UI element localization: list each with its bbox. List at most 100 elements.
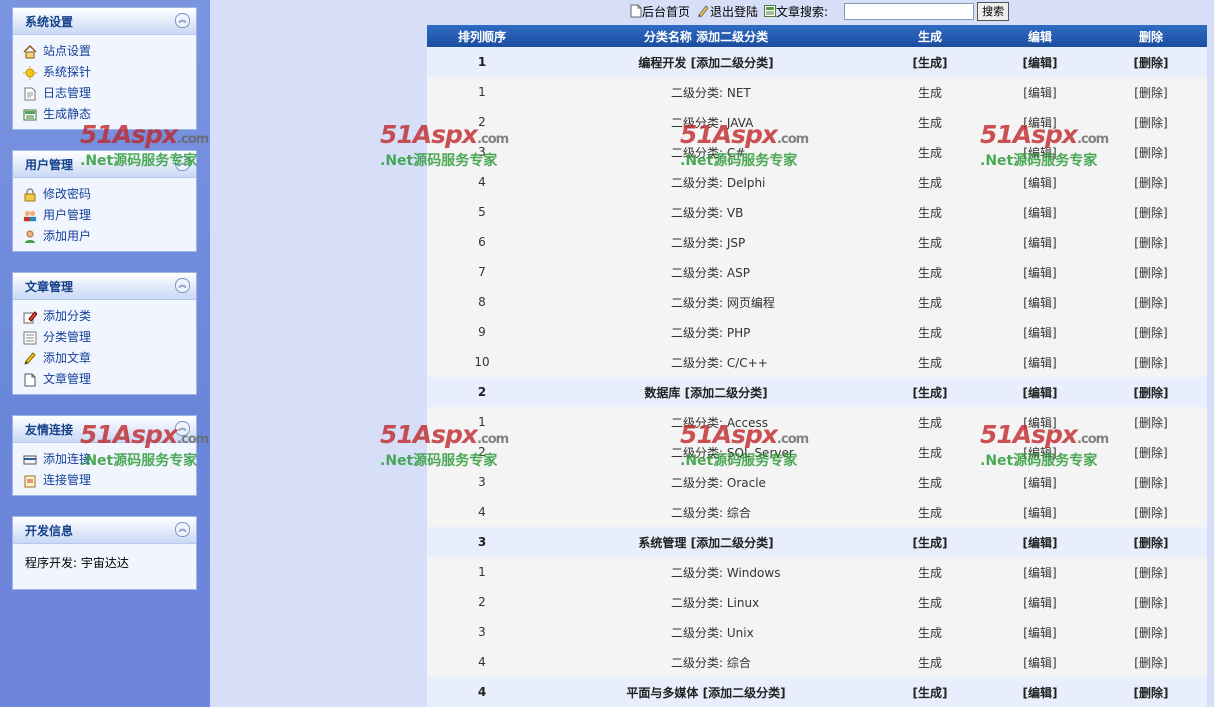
edit-link[interactable]: 编辑 [1028,356,1052,370]
search-button[interactable]: 搜索 [977,1,1010,21]
sidebar-item[interactable]: 生成静态 [23,104,196,125]
sidebar-item[interactable]: 分类管理 [23,327,196,348]
sidebar-item[interactable]: 日志管理 [23,83,196,104]
generate-link[interactable]: 生成 [875,167,985,197]
sidebar-item[interactable]: 添加连接 [23,449,196,470]
delete-link[interactable]: 删除 [1139,296,1163,310]
edit-link[interactable]: 编辑 [1028,536,1052,550]
delete-link[interactable]: 删除 [1139,566,1163,580]
generate-link[interactable]: 生成 [875,347,985,377]
subcategory-name: 二级分类: C# [671,144,811,161]
category-order: 2 [427,377,537,407]
delete-link-cell: [删除] [1095,317,1207,347]
subcategory-title: Windows [726,565,781,580]
generate-link[interactable]: 生成 [875,557,985,587]
delete-link[interactable]: 删除 [1139,686,1163,700]
collapse-icon[interactable]: ︽ [175,156,190,171]
generate-link[interactable]: 生成 [875,467,985,497]
edit-link-cell: [编辑] [985,467,1095,497]
generate-link[interactable]: 生成 [875,227,985,257]
edit-link[interactable]: 编辑 [1028,416,1052,430]
delete-link[interactable]: 删除 [1139,356,1163,370]
edit-link[interactable]: 编辑 [1028,506,1052,520]
delete-link[interactable]: 删除 [1139,596,1163,610]
sidebar-item[interactable]: 添加分类 [23,306,196,327]
generate-link[interactable]: 生成 [875,407,985,437]
delete-link[interactable]: 删除 [1139,416,1163,430]
generate-link[interactable]: 生成 [875,317,985,347]
edit-link-cell: [编辑] [985,77,1095,107]
edit-link[interactable]: 编辑 [1028,236,1052,250]
edit-link[interactable]: 编辑 [1028,476,1052,490]
sidebar-item[interactable]: 系统探针 [23,62,196,83]
edit-link[interactable]: 编辑 [1028,386,1052,400]
delete-link[interactable]: 删除 [1139,536,1163,550]
collapse-icon[interactable]: ︽ [175,13,190,28]
edit-link[interactable]: 编辑 [1028,116,1052,130]
add-subcategory-link[interactable]: [添加二级分类] [691,536,774,550]
edit-link[interactable]: 编辑 [1028,86,1052,100]
delete-link[interactable]: 删除 [1139,506,1163,520]
delete-link[interactable]: 删除 [1139,386,1163,400]
sidebar-item[interactable]: 修改密码 [23,184,196,205]
generate-link[interactable]: 生成 [918,56,942,70]
add-subcategory-link[interactable]: [添加二级分类] [685,386,768,400]
add-subcategory-link[interactable]: [添加二级分类] [691,56,774,70]
edit-link[interactable]: 编辑 [1028,296,1052,310]
delete-link[interactable]: 删除 [1139,626,1163,640]
generate-link[interactable]: 生成 [918,686,942,700]
sidebar-item[interactable]: 文章管理 [23,369,196,390]
delete-link[interactable]: 删除 [1139,326,1163,340]
edit-link[interactable]: 编辑 [1028,266,1052,280]
delete-link[interactable]: 删除 [1139,56,1163,70]
delete-link[interactable]: 删除 [1139,446,1163,460]
generate-link[interactable]: 生成 [875,197,985,227]
edit-link[interactable]: 编辑 [1028,656,1052,670]
sidebar-item[interactable]: 站点设置 [23,41,196,62]
collapse-icon[interactable]: ︽ [175,522,190,537]
logout-link[interactable]: 退出登陆 [696,3,758,20]
delete-link[interactable]: 删除 [1139,656,1163,670]
generate-link[interactable]: 生成 [875,77,985,107]
delete-link[interactable]: 删除 [1139,476,1163,490]
search-input[interactable] [844,2,975,20]
edit-link[interactable]: 编辑 [1028,176,1052,190]
sidebar-item[interactable]: 添加文章 [23,348,196,369]
delete-link[interactable]: 删除 [1139,146,1163,160]
delete-link[interactable]: 删除 [1139,116,1163,130]
edit-link[interactable]: 编辑 [1028,626,1052,640]
delete-link[interactable]: 删除 [1139,206,1163,220]
delete-link[interactable]: 删除 [1139,176,1163,190]
generate-link[interactable]: 生成 [918,386,942,400]
generate-link[interactable]: 生成 [875,257,985,287]
sidebar-item[interactable]: 添加用户 [23,226,196,247]
edit-link[interactable]: 编辑 [1028,146,1052,160]
generate-link[interactable]: 生成 [875,287,985,317]
edit-link[interactable]: 编辑 [1028,56,1052,70]
nav-panel-header: 文章管理 ︽ [13,273,196,300]
generate-link[interactable]: 生成 [875,497,985,527]
collapse-icon[interactable]: ︽ [175,278,190,293]
generate-link[interactable]: 生成 [875,647,985,677]
generate-link[interactable]: 生成 [875,107,985,137]
edit-link[interactable]: 编辑 [1028,326,1052,340]
generate-link[interactable]: 生成 [875,437,985,467]
sidebar-item-label: 日志管理 [43,86,92,100]
home-link[interactable]: 后台首页 [630,3,690,20]
sidebar-item[interactable]: 连接管理 [23,470,196,491]
edit-link[interactable]: 编辑 [1028,206,1052,220]
collapse-icon[interactable]: ︽ [175,421,190,436]
generate-link[interactable]: 生成 [918,536,942,550]
edit-link[interactable]: 编辑 [1028,686,1052,700]
sidebar-item[interactable]: 用户管理 [23,205,196,226]
generate-link[interactable]: 生成 [875,137,985,167]
generate-link[interactable]: 生成 [875,587,985,617]
edit-link[interactable]: 编辑 [1028,566,1052,580]
edit-link[interactable]: 编辑 [1028,596,1052,610]
edit-link[interactable]: 编辑 [1028,446,1052,460]
delete-link[interactable]: 删除 [1139,236,1163,250]
add-subcategory-link[interactable]: [添加二级分类] [703,686,786,700]
delete-link[interactable]: 删除 [1139,86,1163,100]
delete-link[interactable]: 删除 [1139,266,1163,280]
generate-link[interactable]: 生成 [875,617,985,647]
